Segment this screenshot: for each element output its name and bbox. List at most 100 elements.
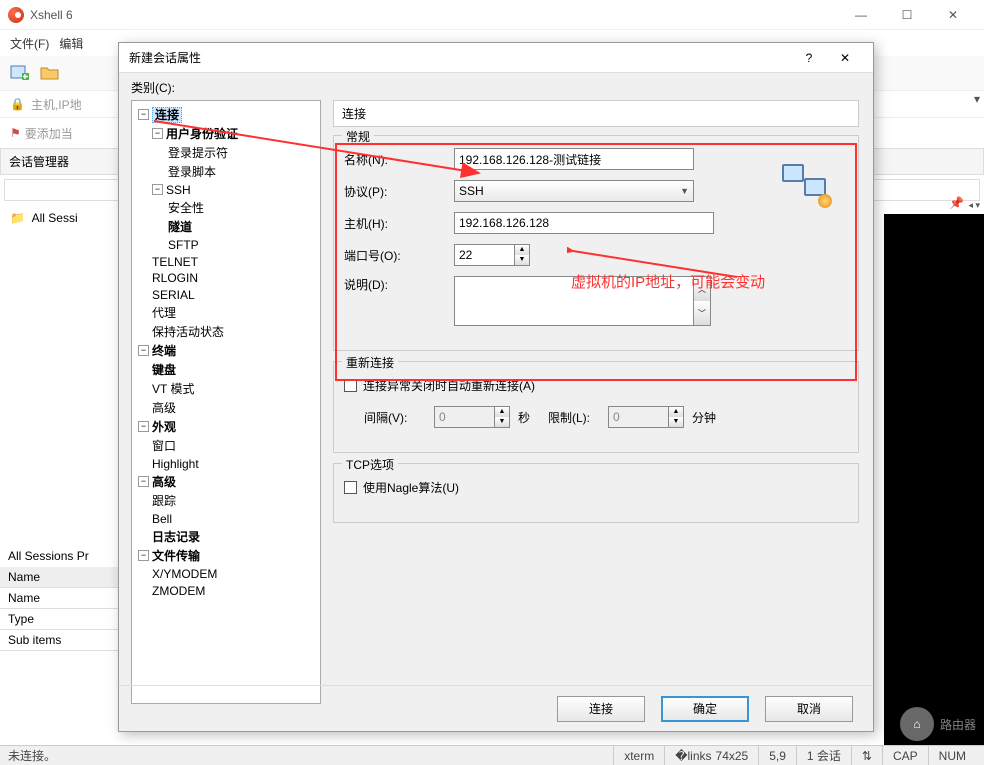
tree-logging[interactable]: 日志记录 [134,527,318,546]
tree-tracking[interactable]: 跟踪 [134,491,318,510]
tree-highlight[interactable]: Highlight [134,455,318,472]
pin-icon[interactable]: 📌 [949,196,964,210]
protocol-select[interactable]: SSH▼ [454,180,694,202]
watermark: ⌂ 路由器 [900,707,976,741]
protocol-label: 协议(P): [344,183,454,200]
interval-spinner[interactable]: ▲▼ [434,406,510,428]
status-size: �links74x25 [664,746,758,765]
tree-auth[interactable]: −用户身份验证 [134,124,318,143]
connection-icon [782,164,836,208]
interval-label: 间隔(V): [364,409,434,426]
dialog-title: 新建会话属性 [129,49,791,66]
tcp-group: TCP选项 使用Nagle算法(U) [333,463,859,523]
ok-button[interactable]: 确定 [661,696,749,722]
spin-up-icon[interactable]: ▲ [515,245,529,255]
limit-label: 限制(L): [548,409,608,426]
status-pos: 5,9 [758,746,796,765]
reconnect-group: 重新连接 连接异常关闭时自动重新连接(A) 间隔(V): ▲▼ 秒 限制(L): [333,361,859,453]
maximize-button[interactable]: ☐ [884,0,930,30]
settings-pane: 连接 常规 名称(N): 协议(P): SSH▼ 主机(H): [327,98,873,710]
menu-file[interactable]: 文件(F) [10,35,49,52]
main-titlebar: Xshell 6 — ☐ ✕ [0,0,984,30]
general-group: 常规 名称(N): 协议(P): SSH▼ 主机(H): [333,135,859,351]
menu-edit[interactable]: 编辑 [59,35,83,52]
auto-reconnect-label: 连接异常关闭时自动重新连接(A) [363,377,535,394]
new-session-icon[interactable] [8,61,32,85]
tree-xymodem[interactable]: X/YMODEM [134,565,318,582]
status-sessions: 1 会话 [796,746,851,765]
tree-window[interactable]: 窗口 [134,436,318,455]
lock-icon: 🔒 [10,97,25,111]
chevron-down-icon: ▼ [680,186,689,196]
terminal-area[interactable] [884,214,984,745]
prop-row: Sub items [0,630,120,651]
tree-adv-term[interactable]: 高级 [134,398,318,417]
dialog-close-button[interactable]: ✕ [827,44,863,72]
app-title: Xshell 6 [30,8,838,22]
status-cap: CAP [882,746,928,765]
status-bar: 未连接。 xterm �links74x25 5,9 1 会话 ⇅ CAP NU… [0,745,984,765]
minimize-button[interactable]: — [838,0,884,30]
session-overflow-icon[interactable]: ◂ ▾ [968,200,980,211]
host-placeholder: 主机,IP地 [31,96,82,113]
open-folder-icon[interactable] [38,61,62,85]
tree-tunnel[interactable]: 隧道 [134,217,318,236]
tree-login-script[interactable]: 登录脚本 [134,162,318,181]
scroll-up-icon[interactable]: ︿ [694,277,710,301]
tree-keyboard[interactable]: 键盘 [134,360,318,379]
category-tree[interactable]: −连接 −用户身份验证 登录提示符 登录脚本 −SSH 安全性 隧道 SFTP … [131,100,321,704]
name-label: 名称(N): [344,151,454,168]
tree-keepalive[interactable]: 保持活动状态 [134,322,318,341]
prop-row: Name [0,567,120,588]
dialog-footer: 连接 确定 取消 [119,685,873,731]
tree-telnet[interactable]: TELNET [134,253,318,270]
toolbar-overflow-icon[interactable]: ▾ [974,92,980,106]
tree-vtmode[interactable]: VT 模式 [134,379,318,398]
tree-serial[interactable]: SERIAL [134,286,318,303]
tree-sftp[interactable]: SFTP [134,236,318,253]
dialog-titlebar: 新建会话属性 ? ✕ [119,43,873,73]
pane-header: 连接 [333,100,859,127]
cancel-button[interactable]: 取消 [765,696,853,722]
flag-icon: ⚑ [10,126,21,140]
tree-login-prompt[interactable]: 登录提示符 [134,143,318,162]
host-input[interactable] [454,212,714,234]
auto-reconnect-checkbox[interactable] [344,379,357,392]
description-textarea[interactable] [454,276,694,326]
tree-rlogin[interactable]: RLOGIN [134,269,318,286]
port-label: 端口号(O): [344,247,454,264]
close-button[interactable]: ✕ [930,0,976,30]
prop-row: Name [0,588,120,609]
tree-zmodem[interactable]: ZMODEM [134,582,318,599]
tree-proxy[interactable]: 代理 [134,303,318,322]
tree-filetransfer[interactable]: −文件传输 [134,546,318,565]
port-spinner[interactable]: ▲▼ [454,244,530,266]
properties-panel: All Sessions Pr Name Name Type Sub items [0,545,120,651]
nagle-checkbox[interactable] [344,481,357,494]
tree-security[interactable]: 安全性 [134,198,318,217]
limit-spinner[interactable]: ▲▼ [608,406,684,428]
category-label: 类别(C): [119,73,873,98]
connect-button[interactable]: 连接 [557,696,645,722]
prop-row: Type [0,609,120,630]
status-num: NUM [928,746,976,765]
watermark-icon: ⌂ [900,707,934,741]
tree-appearance[interactable]: −外观 [134,417,318,436]
nagle-label: 使用Nagle算法(U) [363,479,459,496]
tree-ssh[interactable]: −SSH [134,181,318,198]
name-input[interactable] [454,148,694,170]
dialog-help-button[interactable]: ? [791,44,827,72]
spin-down-icon[interactable]: ▼ [515,255,529,265]
port-input[interactable] [454,244,514,266]
host-label: 主机(H): [344,215,454,232]
session-properties-dialog: 新建会话属性 ? ✕ 类别(C): −连接 −用户身份验证 登录提示符 登录脚本… [118,42,874,732]
status-connection: 未连接。 [8,747,56,764]
tree-advanced[interactable]: −高级 [134,472,318,491]
tree-bell[interactable]: Bell [134,510,318,527]
tree-terminal[interactable]: −终端 [134,341,318,360]
tree-connection[interactable]: −连接 [134,105,318,124]
properties-header: All Sessions Pr [0,545,120,567]
scroll-down-icon[interactable]: ﹀ [694,301,710,325]
status-net-icon: ⇅ [851,746,882,765]
desc-label: 说明(D): [344,276,454,293]
